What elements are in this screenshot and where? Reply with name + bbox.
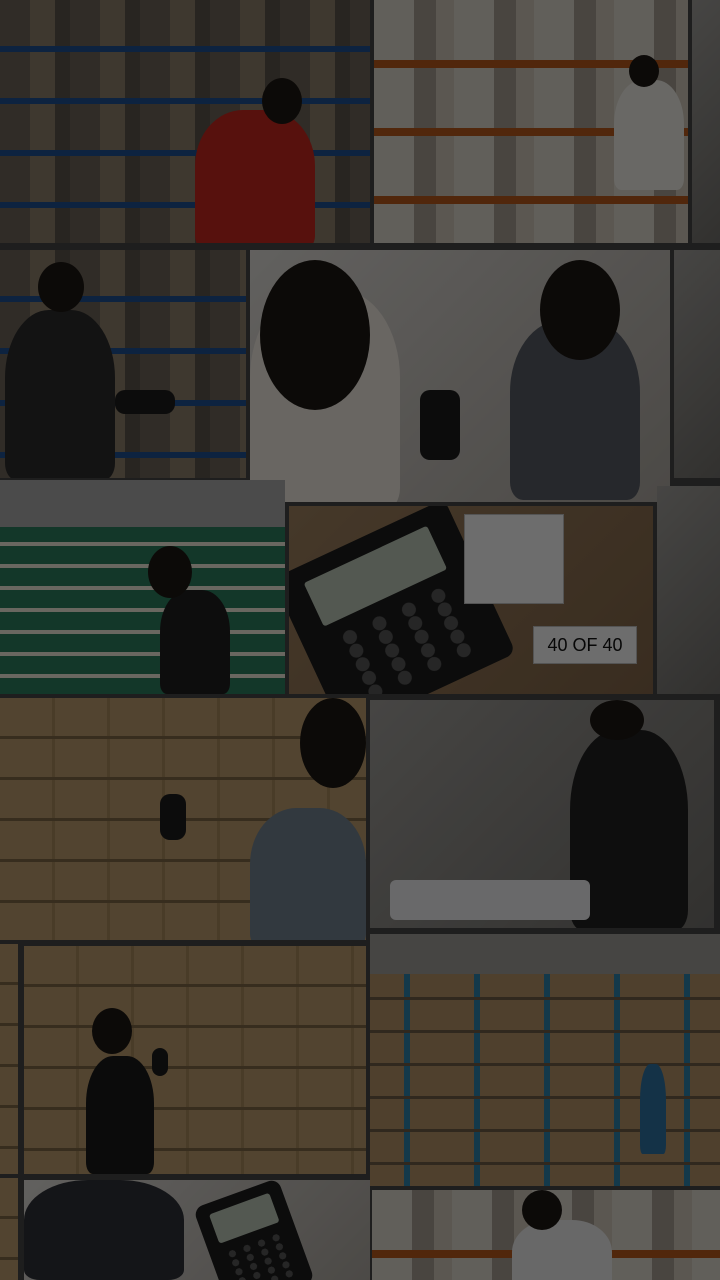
photo-tile-scanning-garments — [370, 700, 714, 928]
photo-tile-edge-left-6 — [0, 1178, 18, 1280]
photo-tile-green-aisle-worker — [0, 480, 285, 694]
photo-tile-worker-handheld-scanner — [0, 250, 246, 478]
photo-tile-shelves-worker-bottom — [372, 1190, 720, 1280]
scanner-device-icon — [160, 794, 186, 840]
scanner-device-icon — [152, 1048, 168, 1076]
photo-tile-blue-shelves-red-jacket — [0, 0, 370, 243]
photo-tile-edge-left-5 — [0, 944, 18, 1174]
photo-tile-orange-shelves-worker — [374, 0, 688, 243]
photo-tile-stacked-boxes-warehouse — [370, 934, 720, 1186]
photo-tile-edge-right-2 — [674, 250, 720, 478]
scanner-device-icon — [420, 390, 460, 460]
photo-tile-cardboard-shelves-worker — [0, 698, 366, 940]
shipment-label-sheet — [464, 514, 564, 604]
warehouse-photo-collage: 40 OF 40 — [0, 0, 720, 1280]
photo-tile-edge-right-top — [692, 0, 720, 243]
photo-tile-scanner-closeup: 40 OF 40 — [289, 506, 653, 694]
photo-tile-handheld-terminal-closeup — [24, 1180, 370, 1280]
photo-tile-boxes-worker-scanner — [24, 946, 366, 1174]
photo-tile-smiling-worker-scanner — [250, 250, 670, 502]
scanner-device-icon — [115, 390, 175, 414]
box-count-label: 40 OF 40 — [533, 626, 637, 664]
photo-tile-edge-right-3 — [657, 486, 720, 694]
